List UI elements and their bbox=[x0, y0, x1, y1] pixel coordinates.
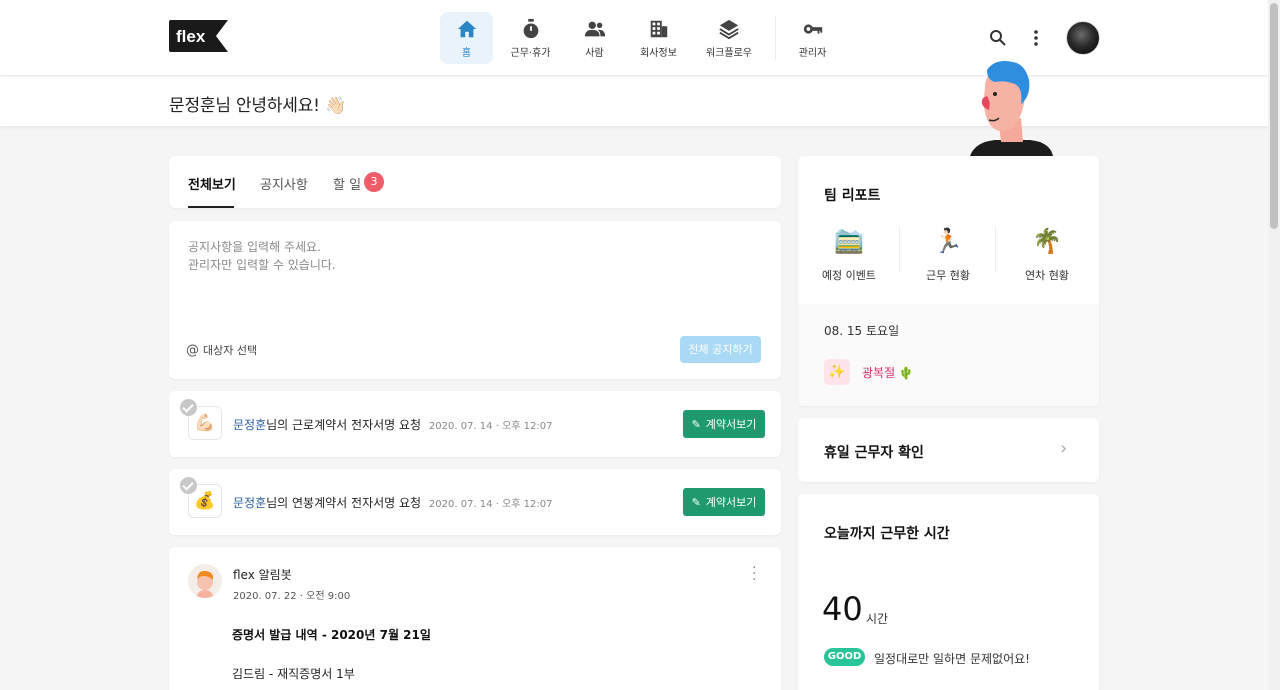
team-report-upcoming-events[interactable]: 🚞 예정 이벤트 bbox=[799, 226, 899, 283]
status-badge: GOOD bbox=[824, 648, 865, 666]
task-row[interactable]: 💪🏻 문정훈님의 근로계약서 전자서명 요청 2020. 07. 14 · 오후… bbox=[169, 391, 781, 457]
nav-label: 워크플로우 bbox=[706, 48, 752, 59]
worktime-hours: 40 bbox=[822, 590, 863, 628]
bot-avatar bbox=[188, 564, 222, 598]
more-vertical-icon[interactable]: · · · bbox=[752, 561, 756, 587]
post-title: 증명서 발급 내역 - 2020년 7월 21일 bbox=[232, 628, 431, 642]
notice-placeholder-line: 공지사항을 입력해 주세요. bbox=[188, 240, 321, 254]
post-notice-button[interactable]: 전체 공지하기 bbox=[680, 336, 761, 363]
worktime-message: 일정대로만 일하면 문제없어요! bbox=[874, 652, 1030, 666]
team-report-item-label: 예정 이벤트 bbox=[821, 269, 877, 282]
task-person-name[interactable]: 문정훈 bbox=[233, 496, 266, 510]
pencil-icon: ✎ bbox=[691, 495, 701, 509]
notice-composer[interactable]: 공지사항을 입력해 주세요. 관리자만 입력할 수 있습니다. @ 대상자 선택… bbox=[169, 221, 781, 379]
team-report-title: 팀 리포트 bbox=[824, 188, 881, 204]
stopwatch-icon bbox=[523, 18, 538, 39]
task-time: 2020. 07. 14 · 오후 12:07 bbox=[428, 421, 553, 432]
feed-tabs: 전체보기 공지사항 할 일 bbox=[169, 156, 781, 208]
at-sign-icon: @ bbox=[186, 342, 199, 358]
active-tab-indicator bbox=[188, 206, 234, 208]
sparkles-icon: ✨ bbox=[824, 359, 850, 385]
layers-icon bbox=[719, 19, 739, 40]
tab-all[interactable]: 전체보기 bbox=[188, 174, 236, 193]
user-avatar[interactable] bbox=[1066, 21, 1100, 55]
logo-text: flex bbox=[176, 27, 206, 46]
post-body-line: 김드림 - 재직증명서 1부 bbox=[232, 667, 355, 681]
nav-workflow[interactable]: 워크플로우 bbox=[696, 12, 762, 64]
scrollbar-thumb[interactable] bbox=[1270, 3, 1278, 229]
worktime-unit: 시간 bbox=[866, 612, 889, 626]
tab-todo[interactable]: 할 일 bbox=[333, 174, 361, 193]
select-target-button[interactable]: @ 대상자 선택 bbox=[186, 342, 257, 358]
holiday-name[interactable]: 광복절 🌵 bbox=[862, 364, 914, 381]
event-date: 08. 15 토요일 bbox=[824, 324, 900, 338]
check-circle-icon bbox=[180, 399, 197, 416]
mascot-illustration bbox=[970, 61, 1053, 156]
nav-label: 사람 bbox=[585, 48, 604, 59]
view-contract-label: 계약서보기 bbox=[705, 496, 757, 509]
home-icon bbox=[457, 20, 476, 38]
task-description: 님의 연봉계약서 전자서명 요청 bbox=[266, 496, 422, 510]
task-description: 님의 근로계약서 전자서명 요청 bbox=[266, 418, 422, 432]
tab-notices[interactable]: 공지사항 bbox=[260, 174, 308, 193]
nav-label: 홈 bbox=[461, 48, 472, 59]
nav-admin[interactable]: 관리자 bbox=[786, 12, 839, 64]
nav-work-leave[interactable]: 근무·휴가 bbox=[504, 12, 557, 64]
notice-placeholder[interactable]: 공지사항을 입력해 주세요. 관리자만 입력할 수 있습니다. bbox=[188, 238, 336, 274]
palm-tree-icon: 🌴 bbox=[1032, 227, 1062, 255]
building-icon bbox=[650, 20, 667, 38]
nav-divider bbox=[775, 16, 776, 60]
post-author: flex 알림봇 bbox=[233, 568, 292, 582]
people-icon bbox=[584, 21, 605, 37]
check-circle-icon bbox=[180, 477, 197, 494]
runner-icon: 🏃🏻 bbox=[933, 227, 963, 255]
nav-company-info[interactable]: 회사정보 bbox=[632, 12, 685, 64]
task-person-name[interactable]: 문정훈 bbox=[233, 418, 266, 432]
nav-label: 회사정보 bbox=[640, 48, 677, 59]
team-report-item-label: 연차 현황 bbox=[1025, 269, 1069, 282]
worktime-title: 오늘까지 근무한 시간 bbox=[824, 526, 950, 542]
team-report-card: 팀 리포트 🚞 예정 이벤트 🏃🏻 근무 현황 🌴 연차 현황 08. 15 토… bbox=[798, 156, 1099, 406]
task-time: 2020. 07. 14 · 오후 12:07 bbox=[428, 499, 553, 510]
holiday-workers-card[interactable]: 휴일 근무자 확인 › bbox=[798, 418, 1099, 482]
greeting-text: 문정훈님 안녕하세요! 👋🏻 bbox=[169, 96, 346, 116]
main-nav: 홈 근무·휴가 사람 회사정보 워크플로우 관리자 bbox=[440, 12, 850, 64]
chevron-right-icon: › bbox=[1060, 438, 1068, 459]
notice-placeholder-line: 관리자만 입력할 수 있습니다. bbox=[188, 258, 336, 272]
task-text: 문정훈님의 연봉계약서 전자서명 요청 2020. 07. 14 · 오후 12… bbox=[233, 494, 552, 511]
divider bbox=[995, 227, 996, 273]
team-report-calendar: 08. 15 토요일 ✨ 광복절 🌵 bbox=[798, 304, 1099, 406]
top-navigation-bar: flex 홈 근무·휴가 사람 회사정보 워크플로우 관리자 bbox=[0, 0, 1268, 76]
nav-people[interactable]: 사람 bbox=[568, 12, 621, 64]
greeting-band: 문정훈님 안녕하세요! 👋🏻 bbox=[0, 77, 1268, 126]
nav-home[interactable]: 홈 bbox=[440, 12, 493, 64]
team-report-item-label: 근무 현황 bbox=[926, 269, 970, 282]
more-vertical-icon[interactable] bbox=[1026, 28, 1046, 48]
search-icon[interactable] bbox=[988, 28, 1008, 48]
view-contract-button[interactable]: ✎ 계약서보기 bbox=[683, 410, 765, 438]
team-report-leave-status[interactable]: 🌴 연차 현황 bbox=[997, 226, 1097, 283]
nav-label: 근무·휴가 bbox=[510, 48, 551, 59]
tram-icon: 🚞 bbox=[834, 227, 864, 255]
view-contract-label: 계약서보기 bbox=[705, 418, 757, 431]
post-date: 2020. 07. 22 · 오전 9:00 bbox=[233, 591, 351, 602]
key-icon bbox=[803, 24, 822, 34]
flex-logo[interactable]: flex bbox=[168, 19, 230, 53]
nav-label: 관리자 bbox=[798, 48, 827, 59]
pencil-icon: ✎ bbox=[691, 417, 701, 431]
todo-count-badge: 3 bbox=[364, 172, 384, 192]
worktime-card: 오늘까지 근무한 시간 40 시간 GOOD 일정대로만 일하면 문제없어요! bbox=[798, 494, 1099, 690]
task-row[interactable]: 💰 문정훈님의 연봉계약서 전자서명 요청 2020. 07. 14 · 오후 … bbox=[169, 469, 781, 535]
task-text: 문정훈님의 근로계약서 전자서명 요청 2020. 07. 14 · 오후 12… bbox=[233, 416, 552, 433]
team-report-work-status[interactable]: 🏃🏻 근무 현황 bbox=[898, 226, 998, 283]
feed-post: flex 알림봇 2020. 07. 22 · 오전 9:00 · · · 증명서 … bbox=[169, 547, 781, 690]
view-contract-button[interactable]: ✎ 계약서보기 bbox=[683, 488, 765, 516]
select-target-label: 대상자 선택 bbox=[203, 344, 258, 357]
holiday-workers-title: 휴일 근무자 확인 bbox=[824, 445, 924, 461]
